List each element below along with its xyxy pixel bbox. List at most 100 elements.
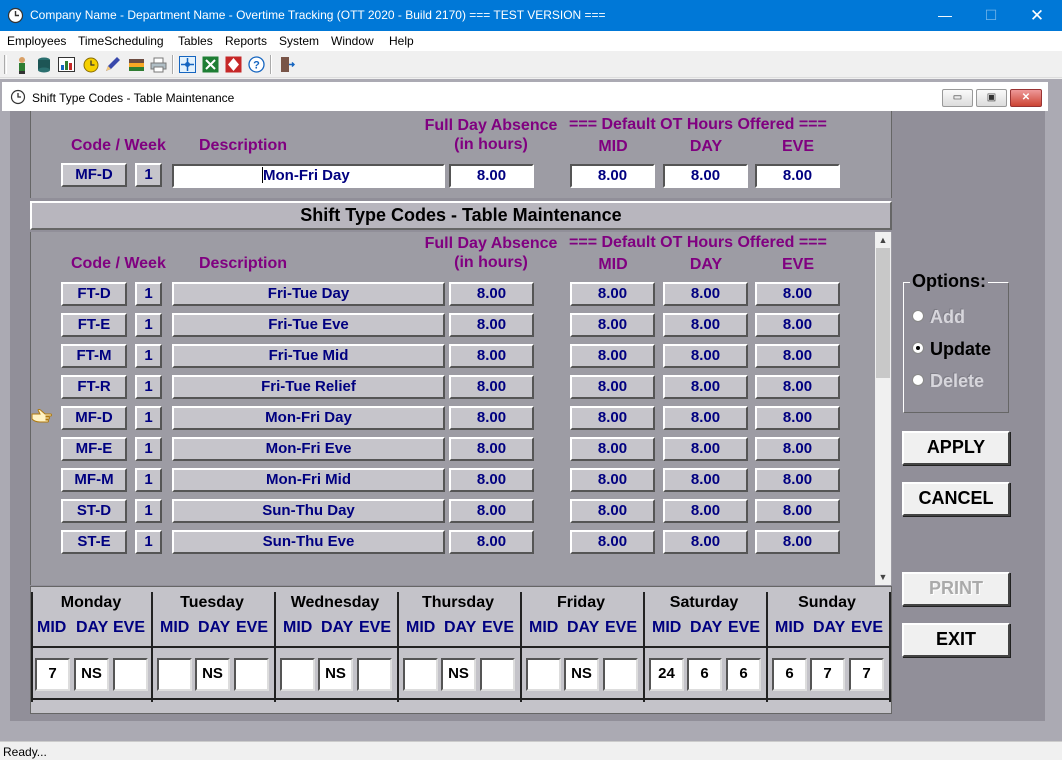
option-delete-radio[interactable]: Delete <box>912 371 984 392</box>
row-description[interactable]: Mon-Fri Day <box>172 406 445 430</box>
row-mid[interactable]: 8.00 <box>570 499 655 523</box>
edit-day-field[interactable]: 8.00 <box>663 164 748 188</box>
option-add-radio[interactable]: Add <box>912 307 965 328</box>
row-description[interactable]: Fri-Tue Day <box>172 282 445 306</box>
employee-icon[interactable] <box>11 54 32 75</box>
monday-eve-field[interactable] <box>113 658 148 691</box>
row-code[interactable]: FT-E <box>61 313 127 337</box>
row-day[interactable]: 8.00 <box>663 499 748 523</box>
friday-mid-field[interactable] <box>526 658 561 691</box>
row-week[interactable]: 1 <box>135 344 162 368</box>
row-week[interactable]: 1 <box>135 499 162 523</box>
print-button[interactable]: PRINT <box>902 572 1010 606</box>
table-row-selected[interactable]: MF-D 1 Mon-Fri Day 8.00 8.00 8.00 8.00 <box>0 406 900 432</box>
row-day[interactable]: 8.00 <box>663 437 748 461</box>
row-absence[interactable]: 8.00 <box>449 282 534 306</box>
maximize-button[interactable]: ☐ <box>968 0 1014 31</box>
edit-absence-field[interactable]: 8.00 <box>449 164 534 188</box>
row-eve[interactable]: 8.00 <box>755 282 840 306</box>
row-mid[interactable]: 8.00 <box>570 313 655 337</box>
row-week[interactable]: 1 <box>135 282 162 306</box>
row-absence[interactable]: 8.00 <box>449 468 534 492</box>
flowchart-icon[interactable] <box>223 54 244 75</box>
pencil-icon[interactable] <box>102 54 123 75</box>
monday-day-field[interactable]: NS <box>74 658 109 691</box>
table-row[interactable]: ST-E 1 Sun-Thu Eve 8.00 8.00 8.00 8.00 <box>0 530 900 556</box>
edit-eve-field[interactable]: 8.00 <box>755 164 840 188</box>
row-description[interactable]: Fri-Tue Mid <box>172 344 445 368</box>
edit-code-field[interactable]: MF-D <box>61 163 127 187</box>
thursday-mid-field[interactable] <box>403 658 438 691</box>
row-code[interactable]: ST-D <box>61 499 127 523</box>
exit-door-icon[interactable] <box>276 54 297 75</box>
table-row[interactable]: MF-M 1 Mon-Fri Mid 8.00 8.00 8.00 8.00 <box>0 468 900 494</box>
table-row[interactable]: FT-R 1 Fri-Tue Relief 8.00 8.00 8.00 8.0… <box>0 375 900 401</box>
wednesday-mid-field[interactable] <box>280 658 315 691</box>
row-day[interactable]: 8.00 <box>663 468 748 492</box>
table-row[interactable]: FT-D 1 Fri-Tue Day 8.00 8.00 8.00 8.00 <box>0 282 900 308</box>
menu-system[interactable]: System <box>279 34 319 48</box>
table-row[interactable]: FT-M 1 Fri-Tue Mid 8.00 8.00 8.00 8.00 <box>0 344 900 370</box>
tuesday-mid-field[interactable] <box>157 658 192 691</box>
network-icon[interactable] <box>177 54 198 75</box>
chart-icon[interactable] <box>56 54 77 75</box>
row-day[interactable]: 8.00 <box>663 375 748 399</box>
printer-icon[interactable] <box>148 54 169 75</box>
apply-button[interactable]: APPLY <box>902 431 1010 465</box>
database-icon[interactable] <box>33 54 54 75</box>
excel-icon[interactable] <box>200 54 221 75</box>
cancel-button[interactable]: CANCEL <box>902 482 1010 516</box>
monday-mid-field[interactable]: 7 <box>35 658 70 691</box>
row-eve[interactable]: 8.00 <box>755 406 840 430</box>
saturday-mid-field[interactable]: 24 <box>649 658 684 691</box>
saturday-day-field[interactable]: 6 <box>687 658 722 691</box>
row-week[interactable]: 1 <box>135 468 162 492</box>
row-eve[interactable]: 8.00 <box>755 375 840 399</box>
row-week[interactable]: 1 <box>135 406 162 430</box>
books-icon[interactable] <box>126 54 147 75</box>
wednesday-eve-field[interactable] <box>357 658 392 691</box>
row-eve[interactable]: 8.00 <box>755 313 840 337</box>
row-absence[interactable]: 8.00 <box>449 437 534 461</box>
wednesday-day-field[interactable]: NS <box>318 658 353 691</box>
row-code[interactable]: FT-D <box>61 282 127 306</box>
row-code[interactable]: MF-E <box>61 437 127 461</box>
row-mid[interactable]: 8.00 <box>570 344 655 368</box>
scroll-up-icon[interactable]: ▲ <box>875 233 891 247</box>
row-day[interactable]: 8.00 <box>663 282 748 306</box>
table-row[interactable]: FT-E 1 Fri-Tue Eve 8.00 8.00 8.00 8.00 <box>0 313 900 339</box>
child-minimize-button[interactable]: ▭ <box>942 89 973 107</box>
menu-tables[interactable]: Tables <box>178 34 213 48</box>
friday-eve-field[interactable] <box>603 658 638 691</box>
row-description[interactable]: Fri-Tue Relief <box>172 375 445 399</box>
edit-mid-field[interactable]: 8.00 <box>570 164 655 188</box>
row-eve[interactable]: 8.00 <box>755 499 840 523</box>
menu-employees[interactable]: Employees <box>7 34 66 48</box>
sunday-mid-field[interactable]: 6 <box>772 658 807 691</box>
exit-button[interactable]: EXIT <box>902 623 1010 657</box>
row-description[interactable]: Sun-Thu Day <box>172 499 445 523</box>
row-week[interactable]: 1 <box>135 313 162 337</box>
row-absence[interactable]: 8.00 <box>449 406 534 430</box>
row-eve[interactable]: 8.00 <box>755 530 840 554</box>
saturday-eve-field[interactable]: 6 <box>726 658 761 691</box>
row-day[interactable]: 8.00 <box>663 530 748 554</box>
row-week[interactable]: 1 <box>135 375 162 399</box>
grid-scrollbar[interactable]: ▲ ▼ <box>875 232 891 585</box>
row-eve[interactable]: 8.00 <box>755 344 840 368</box>
row-day[interactable]: 8.00 <box>663 313 748 337</box>
sunday-day-field[interactable]: 7 <box>810 658 845 691</box>
row-absence[interactable]: 8.00 <box>449 344 534 368</box>
sunday-eve-field[interactable]: 7 <box>849 658 884 691</box>
row-mid[interactable]: 8.00 <box>570 437 655 461</box>
child-close-button[interactable]: ✕ <box>1010 89 1042 107</box>
thursday-eve-field[interactable] <box>480 658 515 691</box>
row-description[interactable]: Fri-Tue Eve <box>172 313 445 337</box>
row-mid[interactable]: 8.00 <box>570 468 655 492</box>
friday-day-field[interactable]: NS <box>564 658 599 691</box>
child-maximize-button[interactable]: ▣ <box>976 89 1007 107</box>
row-code[interactable]: MF-M <box>61 468 127 492</box>
row-week[interactable]: 1 <box>135 530 162 554</box>
row-description[interactable]: Mon-Fri Mid <box>172 468 445 492</box>
clock-icon[interactable] <box>80 54 101 75</box>
